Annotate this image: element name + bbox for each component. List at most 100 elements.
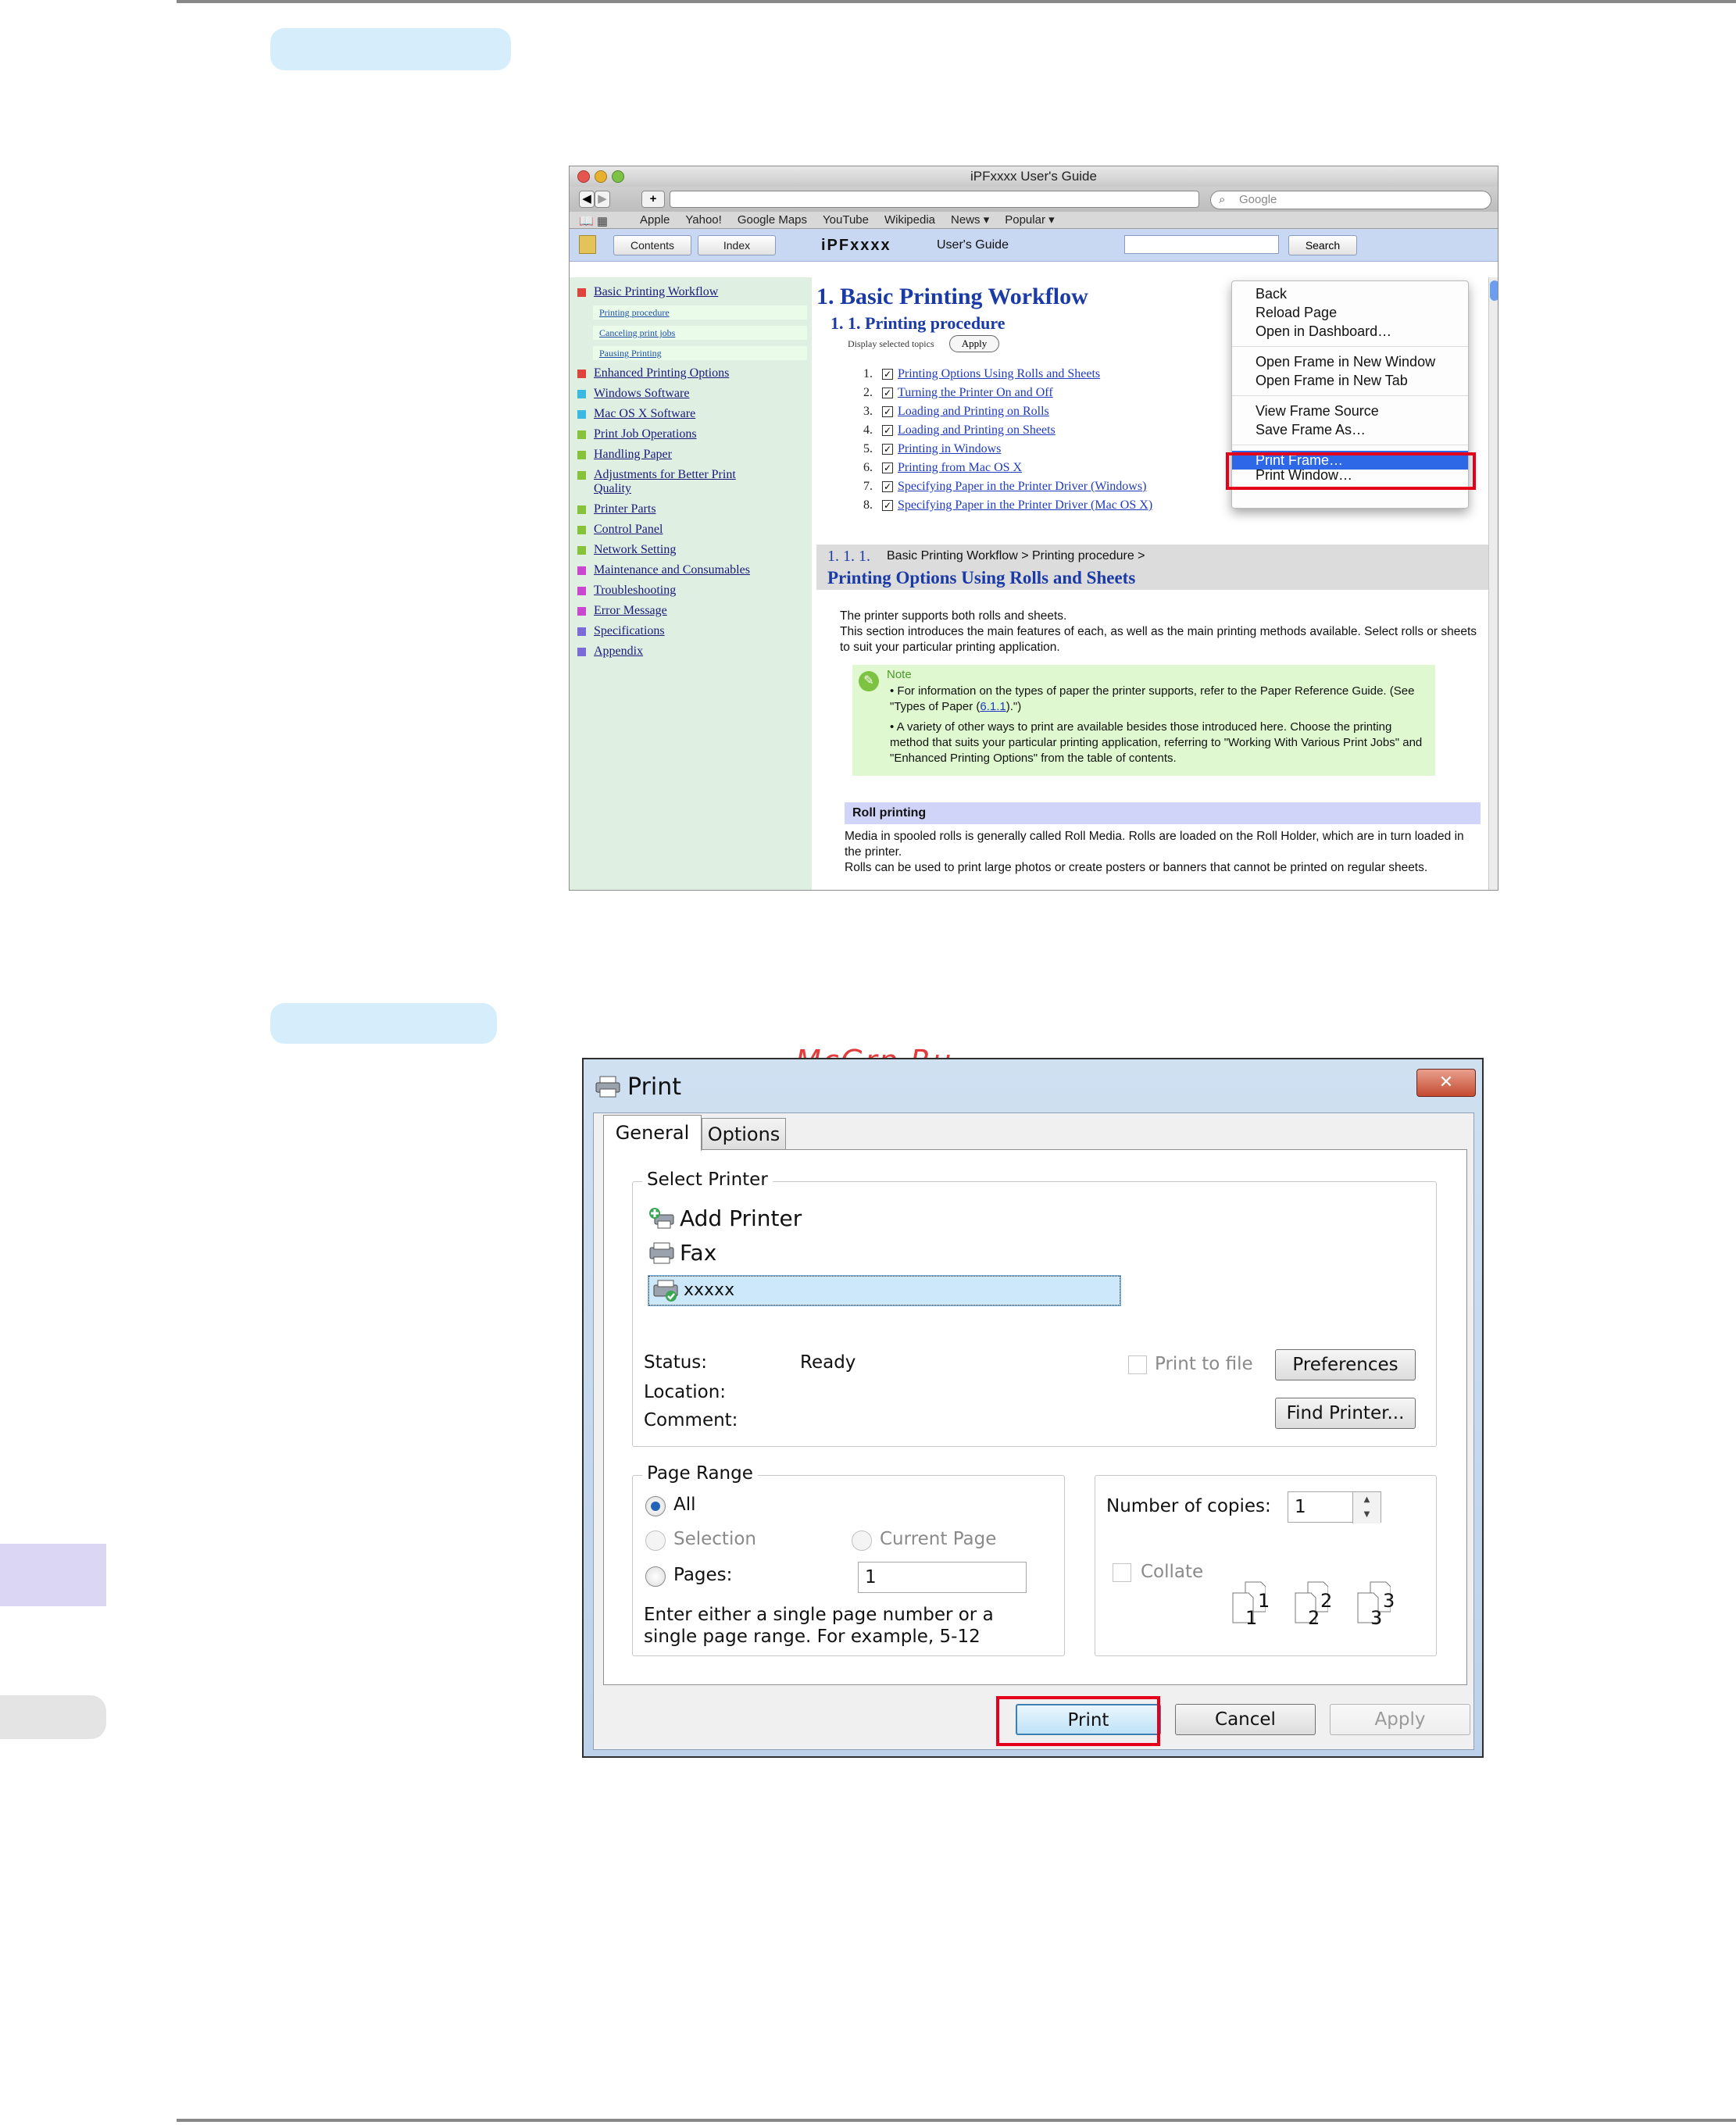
sidebar-item[interactable]: Printer Parts [570, 502, 812, 516]
topic-item: 2. ✓ Turning the Printer On and Off [863, 386, 1053, 399]
print-to-file-label: Print to file [1155, 1354, 1253, 1374]
tab-general[interactable]: General [603, 1115, 702, 1151]
chapter-heading: 1. Basic Printing Workflow [816, 284, 1088, 309]
chapter-marker-icon [577, 505, 586, 514]
chapter-marker-icon [577, 288, 586, 297]
bookmark-item[interactable]: Apple [640, 212, 670, 228]
radio-selection[interactable] [645, 1530, 666, 1551]
collate-checkbox[interactable] [1113, 1563, 1131, 1582]
menu-item-new-window[interactable]: Open Frame in New Window [1232, 352, 1468, 371]
sidebar-subitem[interactable]: Printing procedure [593, 305, 807, 320]
copies-group: Number of copies: 1 ▲ ▼ Collate 1 1 2 2 … [1095, 1475, 1437, 1656]
forward-arrow-icon[interactable]: ▶ [595, 191, 610, 208]
checkbox-checked-icon[interactable]: ✓ [882, 481, 893, 492]
menu-item-reload[interactable]: Reload Page [1232, 303, 1468, 322]
note-link[interactable]: 6.1.1 [980, 700, 1006, 713]
chapter-marker-icon [577, 526, 586, 534]
sidebar-item[interactable]: Control Panel [570, 523, 812, 537]
tab-contents[interactable]: Contents [613, 235, 691, 255]
minimize-dot-icon[interactable] [595, 170, 607, 183]
sidebar-item[interactable]: Network Setting [570, 543, 812, 557]
address-bar[interactable] [670, 191, 1199, 208]
status-value: Ready [800, 1352, 856, 1373]
back-arrow-icon[interactable]: ◀ [579, 191, 595, 208]
bookmark-item[interactable]: Yahoo! [685, 212, 721, 228]
sidebar-item[interactable]: Appendix [570, 645, 812, 659]
menu-item-new-tab[interactable]: Open Frame in New Tab [1232, 371, 1468, 390]
sidebar-item[interactable]: Mac OS X Software [570, 407, 812, 421]
close-dot-icon[interactable] [577, 170, 590, 183]
collate-label: Collate [1141, 1562, 1204, 1582]
print-to-file-checkbox[interactable] [1128, 1355, 1147, 1374]
chapter-marker-icon [577, 627, 586, 636]
contents-sidebar: Basic Printing Workflow Printing procedu… [570, 277, 812, 890]
copies-spinner[interactable]: ▲ ▼ [1352, 1492, 1381, 1523]
checkbox-checked-icon[interactable]: ✓ [882, 388, 893, 398]
vertical-scrollbar[interactable] [1488, 277, 1498, 890]
sidebar-item[interactable]: Maintenance and Consumables [570, 563, 812, 577]
bookmark-item[interactable]: Popular ▾ [1005, 212, 1054, 228]
section-title: Printing Options Using Rolls and Sheets [827, 568, 1136, 588]
scroll-thumb[interactable] [1490, 280, 1498, 301]
radio-pages[interactable] [645, 1566, 666, 1587]
printer-item-selected[interactable]: xxxxx [648, 1275, 1121, 1306]
tab-options[interactable]: Options [702, 1118, 786, 1151]
printer-item-add[interactable]: Add Printer [648, 1205, 802, 1231]
printer-item-fax[interactable]: Fax [648, 1240, 716, 1266]
menu-item-dashboard[interactable]: Open in Dashboard… [1232, 322, 1468, 341]
sidebar-item[interactable]: Enhanced Printing Options [570, 366, 812, 380]
spin-up-icon[interactable]: ▲ [1353, 1492, 1381, 1507]
checkbox-checked-icon[interactable]: ✓ [882, 500, 893, 511]
sidebar-item[interactable]: Handling Paper [570, 448, 812, 462]
radio-all[interactable] [645, 1496, 666, 1516]
top-rule [177, 0, 1736, 3]
note-box: ✎ Note • For information on the types of… [852, 665, 1435, 776]
sidebar-item[interactable]: Print Job Operations [570, 427, 812, 441]
radio-current-page[interactable] [852, 1530, 872, 1551]
close-x-icon[interactable]: ✕ [1416, 1069, 1476, 1097]
cancel-button[interactable]: Cancel [1175, 1704, 1316, 1735]
sidebar-subitem[interactable]: Canceling print jobs [593, 326, 807, 340]
intro-line-1: The printer supports both rolls and shee… [840, 609, 1067, 623]
bookmarks-book-icon[interactable]: 📖 ▦ [579, 213, 608, 230]
find-printer-button[interactable]: Find Printer... [1275, 1398, 1416, 1429]
sidebar-item[interactable]: Basic Printing Workflow [570, 285, 812, 299]
menu-separator [1232, 395, 1468, 396]
checkbox-checked-icon[interactable]: ✓ [882, 462, 893, 473]
sidebar-item[interactable]: Adjustments for Better Print Quality [570, 468, 765, 496]
apply-button[interactable]: Apply [1330, 1704, 1470, 1735]
menu-item-back[interactable]: Back [1232, 284, 1468, 303]
checkbox-checked-icon[interactable]: ✓ [882, 406, 893, 417]
google-search-field[interactable]: ⌕ Google [1210, 191, 1491, 209]
checkbox-checked-icon[interactable]: ✓ [882, 425, 893, 436]
preferences-button[interactable]: Preferences [1275, 1349, 1416, 1380]
chapter-marker-icon [577, 566, 586, 575]
copies-input[interactable]: 1 ▲ ▼ [1288, 1491, 1381, 1523]
zoom-dot-icon[interactable] [612, 170, 624, 183]
help-search-button[interactable]: Search [1288, 235, 1357, 255]
menu-item-view-source[interactable]: View Frame Source [1232, 402, 1468, 420]
help-search-input[interactable] [1124, 235, 1279, 254]
sidebar-subitem[interactable]: Pausing Printing [593, 346, 807, 360]
bookmark-item[interactable]: YouTube [823, 212, 869, 228]
sidebar-item[interactable]: Error Message [570, 604, 812, 618]
pages-input[interactable]: 1 [858, 1562, 1027, 1593]
menu-item-save-as[interactable]: Save Frame As… [1232, 420, 1468, 439]
sidebar-item[interactable]: Windows Software [570, 387, 812, 401]
home-icon[interactable] [579, 235, 596, 254]
sidebar-item[interactable]: Specifications [570, 624, 812, 638]
radio-selection-label: Selection [673, 1529, 756, 1549]
checkbox-checked-icon[interactable]: ✓ [882, 444, 893, 455]
tab-index[interactable]: Index [698, 235, 776, 255]
spin-down-icon[interactable]: ▼ [1353, 1507, 1381, 1522]
topic-item: 3. ✓ Loading and Printing on Rolls [863, 405, 1049, 418]
checkbox-checked-icon[interactable]: ✓ [882, 369, 893, 380]
bookmark-item[interactable]: Google Maps [738, 212, 807, 228]
bookmark-item[interactable]: News ▾ [951, 212, 989, 228]
sidebar-item[interactable]: Troubleshooting [570, 584, 812, 598]
comment-label: Comment: [644, 1410, 738, 1430]
apply-button[interactable]: Apply [949, 335, 999, 352]
add-bookmark-icon[interactable]: + [641, 191, 665, 208]
chapter-marker-icon [577, 370, 586, 378]
bookmark-item[interactable]: Wikipedia [884, 212, 935, 228]
